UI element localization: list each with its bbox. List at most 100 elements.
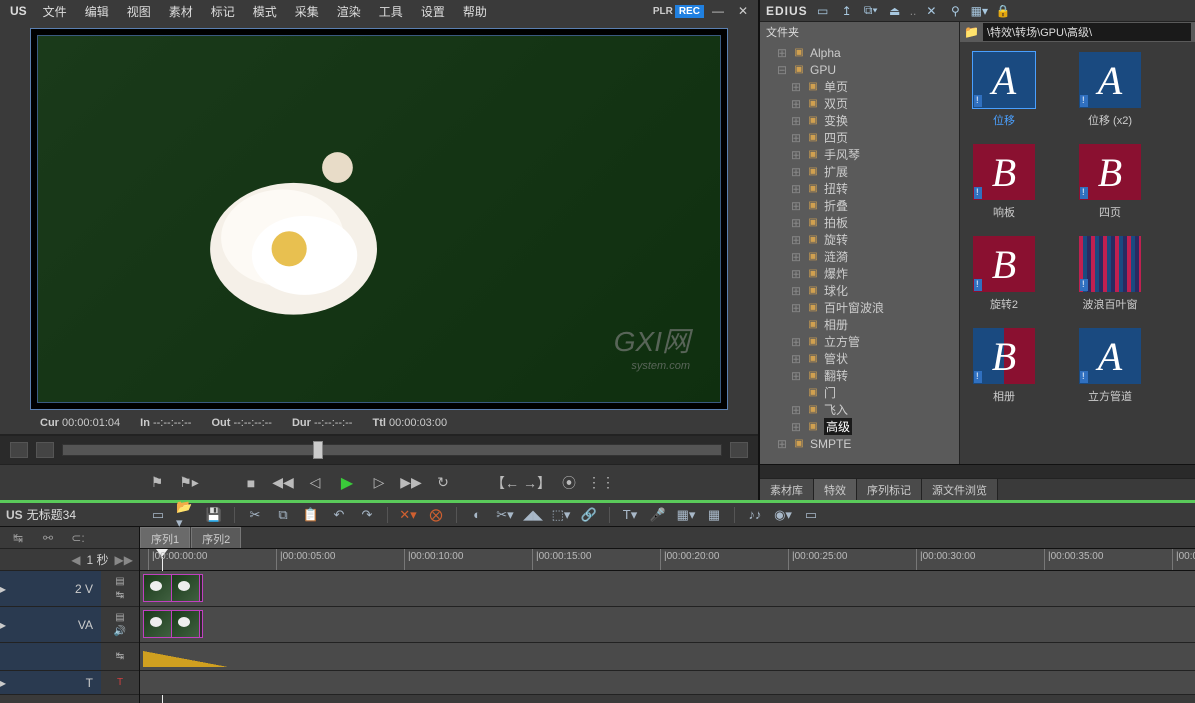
insert-button[interactable]: 【← xyxy=(494,472,516,494)
expand-icon[interactable]: ⊞ xyxy=(790,216,802,230)
menu-capture[interactable]: 采集 xyxy=(287,1,327,22)
tab-effects[interactable]: 特效 xyxy=(814,479,857,500)
tree-item[interactable]: ⊞▣涟漪 xyxy=(760,248,959,265)
tree-item[interactable]: ⊞▣变换 xyxy=(760,112,959,129)
scale-prev-icon[interactable]: ◀ xyxy=(71,553,80,567)
paste-button[interactable]: 📋 xyxy=(301,506,321,524)
track-header-v2[interactable]: ▸2 V ▤↹ xyxy=(0,571,139,607)
tc-out-val[interactable]: --:--:--:-- xyxy=(233,417,271,429)
split-button[interactable]: ✂▾ xyxy=(495,506,515,524)
expand-icon[interactable]: ⊞ xyxy=(790,369,802,383)
open-button[interactable]: 📂▾ xyxy=(176,506,196,524)
tree-item[interactable]: ⊞▣SMPTE xyxy=(760,435,959,452)
link-mode-icon[interactable]: ⚯ xyxy=(36,530,60,546)
fast-forward-button[interactable]: ▶▶ xyxy=(400,472,422,494)
toggle1-button[interactable]: ◐ xyxy=(467,506,487,524)
prev-frame-button[interactable]: ◁ xyxy=(304,472,326,494)
mixer-button[interactable]: ♪♪ xyxy=(745,506,765,524)
timeline-ruler[interactable]: |00:00:00:00|00:00:05:00|00:00:10:00|00:… xyxy=(140,549,1195,571)
tree-item[interactable]: ⊞▣球化 xyxy=(760,282,959,299)
view-icon[interactable]: ▦▾ xyxy=(970,3,988,19)
effect-item[interactable]: A立方管道 xyxy=(1072,328,1148,404)
tab-markers[interactable]: 序列标记 xyxy=(857,479,922,500)
render-button[interactable]: ▦▾ xyxy=(676,506,696,524)
color-button[interactable]: ◉▾ xyxy=(773,506,793,524)
trim-button[interactable]: ◢◣ xyxy=(523,506,543,524)
set-out-button[interactable]: ⚑▸ xyxy=(178,472,200,494)
menu-render[interactable]: 渲染 xyxy=(329,1,369,22)
tc-dur-val[interactable]: --:--:--:-- xyxy=(314,417,352,429)
tree-item[interactable]: ⊞▣四页 xyxy=(760,129,959,146)
monitor-button[interactable]: ▭ xyxy=(801,506,821,524)
menu-settings[interactable]: 设置 xyxy=(413,1,453,22)
ripple-delete-button[interactable]: ⨂ xyxy=(426,506,446,524)
expand-icon[interactable]: ⊞ xyxy=(790,97,802,111)
track-header-audio[interactable]: ↹ xyxy=(0,643,139,671)
search-icon[interactable]: ⚲ xyxy=(946,3,964,19)
voice-button[interactable]: 🎤 xyxy=(648,506,668,524)
tree-item[interactable]: ⊞▣手风琴 xyxy=(760,146,959,163)
expand-icon[interactable]: ⊞ xyxy=(790,114,802,128)
tc-ttl-val[interactable]: 00:00:03:00 xyxy=(389,417,447,429)
expand-icon[interactable]: ⊞ xyxy=(790,420,802,434)
scale-label[interactable]: 1 秒 xyxy=(87,551,109,568)
tree-item[interactable]: ⊞▣折叠 xyxy=(760,197,959,214)
expand-icon[interactable]: ⊞ xyxy=(790,182,802,196)
minimize-button[interactable]: — xyxy=(706,2,730,20)
menu-help[interactable]: 帮助 xyxy=(455,1,495,22)
track-audio[interactable] xyxy=(140,643,1195,671)
effects-path[interactable]: \特效\转场\GPU\高级\ xyxy=(983,23,1191,41)
undo-button[interactable]: ↶ xyxy=(329,506,349,524)
ripple-mode-icon[interactable]: ↹ xyxy=(6,530,30,546)
folder-icon[interactable]: 📁 xyxy=(964,25,979,39)
title-button[interactable]: T▾ xyxy=(620,506,640,524)
expand-icon[interactable]: ⊞ xyxy=(790,335,802,349)
extra-button[interactable]: ⋮⋮ xyxy=(590,472,612,494)
expand-icon[interactable]: ⊞ xyxy=(790,199,802,213)
tree-item[interactable]: ▣相册 xyxy=(760,316,959,333)
close-button[interactable]: ✕ xyxy=(732,2,754,20)
expand-icon[interactable]: ⊞ xyxy=(790,233,802,247)
seq-tab-1[interactable]: 序列1 xyxy=(140,527,190,548)
tree-body[interactable]: ⊞▣Alpha⊟▣GPU⊞▣单页⊞▣双页⊞▣变换⊞▣四页⊞▣手风琴⊞▣扩展⊞▣扭… xyxy=(760,42,959,464)
expand-icon[interactable]: ⊞ xyxy=(790,301,802,315)
expand-icon[interactable]: ⊞ xyxy=(790,284,802,298)
copy-button[interactable]: ⧉ xyxy=(273,506,293,524)
export-button[interactable]: ▦ xyxy=(704,506,724,524)
expand-icon[interactable]: ⊞ xyxy=(776,46,788,60)
expand-icon[interactable]: ⊞ xyxy=(790,131,802,145)
track-va[interactable] xyxy=(140,607,1195,643)
tree-item[interactable]: ⊞▣拍板 xyxy=(760,214,959,231)
rewind-button[interactable]: ◀◀ xyxy=(272,472,294,494)
menu-mode[interactable]: 模式 xyxy=(245,1,285,22)
tree-item[interactable]: ⊞▣扭转 xyxy=(760,180,959,197)
video-preview[interactable]: GXI网 system.com xyxy=(30,28,728,410)
tree-item[interactable]: ⊞▣翻转 xyxy=(760,367,959,384)
tree-item[interactable]: ⊞▣双页 xyxy=(760,95,959,112)
redo-button[interactable]: ↷ xyxy=(357,506,377,524)
title-track-icon[interactable]: T xyxy=(113,677,127,689)
tree-item[interactable]: ⊞▣立方管 xyxy=(760,333,959,350)
menu-file[interactable]: 文件 xyxy=(35,1,75,22)
save-button[interactable]: 💾 xyxy=(204,506,224,524)
expand-icon[interactable]: ⊞ xyxy=(790,352,802,366)
effect-item[interactable]: B四页 xyxy=(1072,144,1148,220)
expand-icon[interactable]: ⊞ xyxy=(776,437,788,451)
scrub-prev-button[interactable] xyxy=(10,442,28,458)
expand-icon[interactable]: ↹ xyxy=(113,590,127,602)
expand-icon[interactable]: ⊞ xyxy=(790,250,802,264)
effect-item[interactable]: A位移 xyxy=(966,52,1042,128)
up-icon[interactable]: ↥ xyxy=(838,3,856,19)
expand-icon[interactable]: ⊞ xyxy=(790,165,802,179)
tree-item[interactable]: ⊞▣扩展 xyxy=(760,163,959,180)
tc-cur-val[interactable]: 00:00:01:04 xyxy=(62,417,120,429)
video-icon[interactable]: ▤ xyxy=(113,612,127,624)
audio-fade[interactable] xyxy=(143,651,228,667)
effect-item[interactable]: B旋转2 xyxy=(966,236,1042,312)
new-bin-icon[interactable]: ▭ xyxy=(814,3,832,19)
tree-item[interactable]: ▣门 xyxy=(760,384,959,401)
track-v2[interactable] xyxy=(140,571,1195,607)
seq-tab-2[interactable]: 序列2 xyxy=(191,527,241,548)
tree-item[interactable]: ⊞▣单页 xyxy=(760,78,959,95)
menu-marker[interactable]: 标记 xyxy=(203,1,243,22)
